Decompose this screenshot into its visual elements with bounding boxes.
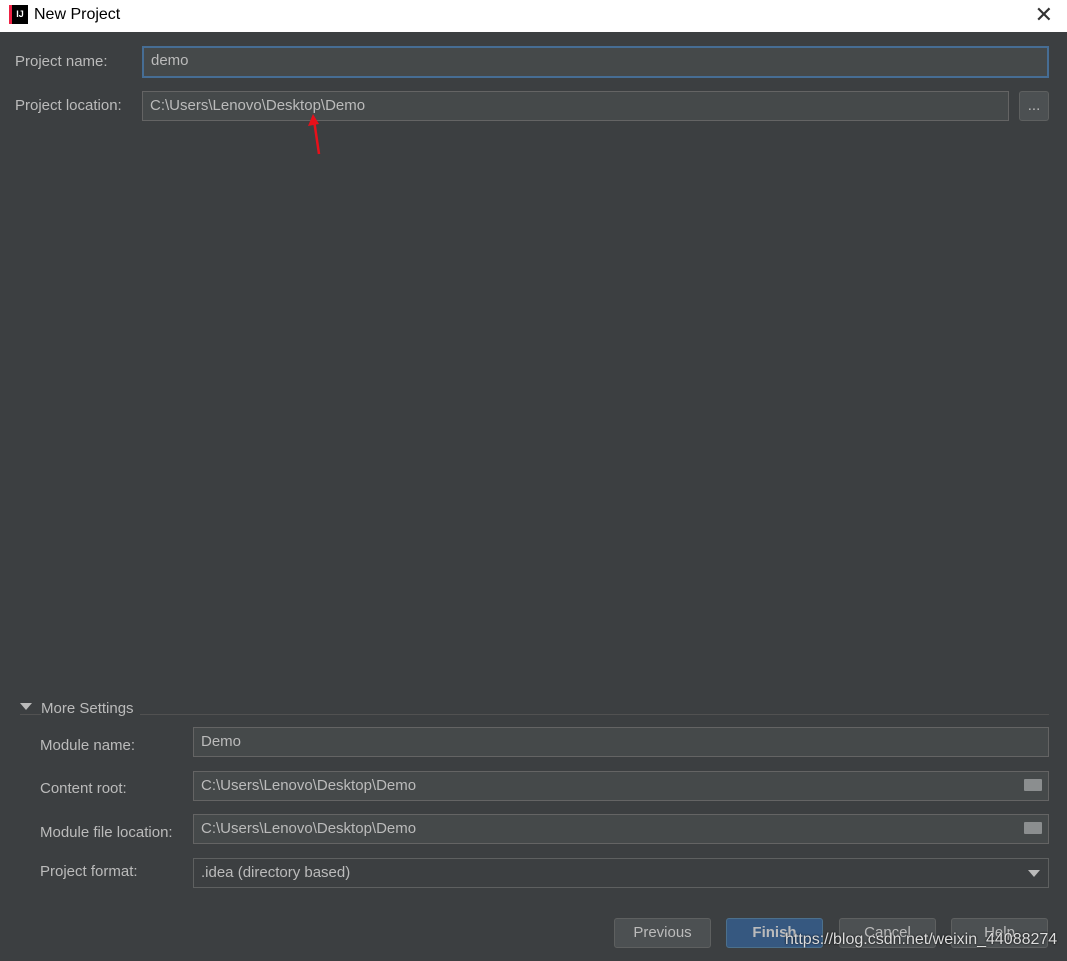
window-title: New Project	[34, 6, 121, 23]
chevron-down-icon	[1028, 870, 1040, 877]
module-name-input[interactable]: Demo	[193, 727, 1049, 757]
project-location-input[interactable]: C:\Users\Lenovo\Desktop\Demo	[142, 91, 1009, 121]
content-root-value: C:\Users\Lenovo\Desktop\Demo	[201, 777, 417, 794]
more-settings-toggle[interactable]: More Settings	[20, 700, 1049, 717]
triangle-down-icon	[20, 703, 32, 716]
module-file-location-label: Module file location:	[40, 824, 173, 841]
module-file-location-input[interactable]: C:\Users\Lenovo\Desktop\Demo	[193, 814, 1049, 844]
close-icon[interactable]: ✕	[1035, 2, 1053, 28]
folder-icon[interactable]	[1024, 779, 1042, 791]
folder-icon[interactable]	[1024, 822, 1042, 834]
previous-button[interactable]: Previous	[614, 918, 711, 948]
project-format-label: Project format:	[40, 863, 138, 880]
content-root-label: Content root:	[40, 780, 127, 797]
project-location-label: Project location:	[15, 97, 122, 114]
intellij-app-icon: IJ	[9, 5, 28, 24]
browse-location-button[interactable]: ...	[1019, 91, 1049, 121]
module-name-label: Module name:	[40, 737, 136, 754]
red-arrow-annotation	[308, 114, 321, 155]
title-bar: IJ New Project ✕	[0, 0, 1067, 32]
project-name-label: Project name:	[15, 53, 108, 70]
content-root-input[interactable]: C:\Users\Lenovo\Desktop\Demo	[193, 771, 1049, 801]
watermark: https://blog.csdn.net/weixin_44088274	[785, 931, 1058, 948]
module-file-location-value: C:\Users\Lenovo\Desktop\Demo	[201, 820, 417, 837]
project-format-value: .idea (directory based)	[201, 864, 351, 881]
project-name-input[interactable]: demo	[142, 46, 1049, 78]
project-format-select[interactable]: .idea (directory based)	[193, 858, 1049, 888]
more-settings-label: More Settings	[41, 700, 140, 717]
